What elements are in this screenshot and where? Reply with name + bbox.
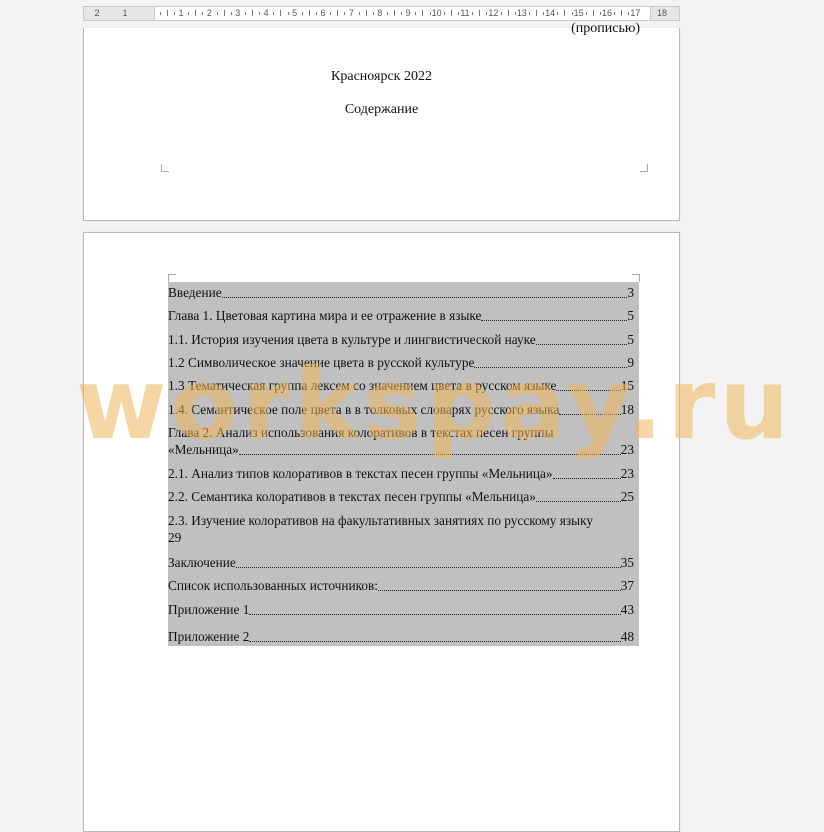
ruler-tick — [479, 10, 481, 16]
cut-text: (прописью) — [571, 21, 640, 36]
ruler-tick — [472, 12, 474, 15]
toc-item-page: 35 — [620, 555, 634, 570]
toc-item[interactable]: Список использованных источников: 37 — [168, 578, 639, 594]
toc-item[interactable]: Приложение 1 43 — [168, 602, 639, 618]
toc-item-page: 5 — [627, 332, 634, 347]
toc-item[interactable]: Введение 3 — [168, 285, 639, 301]
ruler-tick — [415, 12, 417, 15]
toc-item-title-cont: «Мельница» — [168, 442, 239, 457]
city-year: Красноярск 2022 — [331, 69, 432, 84]
ruler-tick — [500, 12, 502, 15]
ruler-tick — [174, 12, 175, 15]
toc-item-title: 1.1. История изучения цвета в культуре и… — [168, 332, 536, 347]
toc-item[interactable]: Глава 1. Цветовая картина мира и ее отра… — [168, 308, 639, 324]
ruler-tick — [394, 10, 395, 16]
toc-item[interactable]: 2.3. Изучение колоративов на факультатив… — [168, 512, 639, 546]
ruler-number: 1 — [122, 8, 128, 18]
toc-item-title: Список использованных источников: — [168, 578, 378, 593]
toc-item-title: Глава 2. Анализ использования колоративо… — [168, 425, 554, 440]
ruler-tick — [195, 10, 197, 16]
toc-item-page: 48 — [620, 629, 634, 644]
toc-item[interactable]: 2.1. Анализ типов колоративов в текстах … — [168, 466, 639, 482]
toc-item[interactable]: 1.4. Семантическое поле цвета в в толков… — [168, 402, 639, 418]
margin-corner-mark — [632, 274, 640, 282]
ruler-number: 17 — [630, 8, 641, 18]
ruler-tick — [422, 10, 424, 16]
ruler-tick — [614, 12, 616, 15]
toc-item-title: Приложение 1 — [168, 602, 250, 617]
toc-item-title: Введение — [168, 285, 222, 300]
ruler-tick — [216, 12, 218, 15]
ruler-number: 2 — [94, 8, 100, 18]
toc-item-title: 1.2 Символическое значение цвета в русск… — [168, 355, 475, 370]
ruler-tick — [244, 12, 246, 15]
toc-item-page: 5 — [627, 308, 634, 323]
toc-item-page: 29 — [168, 530, 182, 545]
document-page-2[interactable]: Введение 3 Глава 1. Цветовая картина мира… — [83, 232, 680, 832]
toc-item[interactable]: Заключение 35 — [168, 555, 639, 571]
ruler-tick — [450, 10, 452, 16]
toc-item[interactable]: Приложение 2 48 — [168, 629, 639, 645]
ruler-tick — [273, 12, 275, 15]
ruler-tick — [365, 10, 367, 16]
toc-item[interactable]: 1.2 Символическое значение цвета в русск… — [168, 355, 639, 371]
ruler-tick — [223, 10, 225, 16]
ruler-tick — [564, 10, 566, 16]
ruler-tick — [621, 10, 623, 16]
toc-item-page: 18 — [620, 402, 634, 417]
toc-item-page: 3 — [627, 285, 634, 300]
ruler-tick — [528, 12, 530, 15]
toc-item[interactable]: Глава 2. Анализ использования колоративо… — [168, 424, 639, 458]
toc-item-page: 43 — [620, 602, 634, 617]
ruler-tick — [386, 12, 388, 15]
ruler-tick — [167, 10, 168, 16]
ruler-tick — [592, 10, 594, 16]
ruler-tick — [330, 12, 332, 15]
ruler-tick — [358, 12, 360, 15]
ruler-tick — [308, 10, 310, 16]
toc-item-title: 2.3. Изучение колоративов на факультатив… — [168, 513, 594, 528]
ruler-tick — [252, 10, 253, 16]
ruler-tick — [280, 10, 282, 16]
toc-heading: Содержание — [344, 102, 419, 117]
toc-item-page: 23 — [620, 466, 634, 481]
ruler-tick — [188, 12, 190, 15]
toc-item[interactable]: 1.1. История изучения цвета в культуре и… — [168, 332, 639, 348]
document-page-1[interactable]: (прописью) Красноярск 2022 Содержание — [83, 21, 680, 221]
ruler-tick — [536, 10, 537, 16]
toc-item-title: 2.2. Семантика колоративов в текстах пес… — [168, 489, 536, 504]
margin-corner-mark — [161, 164, 169, 172]
toc-item-page: 37 — [620, 578, 634, 593]
ruler-tick — [301, 12, 303, 15]
ruler-tick — [557, 12, 559, 15]
ruler-tick — [443, 12, 445, 15]
toc-item-page: 9 — [627, 355, 634, 370]
toc-item-title: 1.4. Семантическое поле цвета в в толков… — [168, 402, 560, 417]
toc-item-page: 25 — [620, 489, 634, 504]
toc-item-title: 1.3 Тематическая группа лексем со значен… — [168, 378, 557, 393]
toc-item-title: Глава 1. Цветовая картина мира и ее отра… — [168, 308, 482, 323]
ruler-tick — [337, 10, 339, 16]
margin-corner-mark — [168, 274, 176, 282]
toc-item-page: 15 — [620, 378, 634, 393]
toc-item[interactable]: 2.2. Семантика колоративов в текстах пес… — [168, 489, 639, 505]
ruler-tick — [160, 12, 161, 15]
ruler-tick — [585, 12, 587, 15]
toc-item-title: Приложение 2 — [168, 629, 250, 644]
toc-item[interactable]: 1.3 Тематическая группа лексем со значен… — [168, 378, 639, 394]
margin-corner-mark — [640, 164, 648, 172]
toc-item-title: Заключение — [168, 555, 236, 570]
ruler-tick — [507, 10, 509, 16]
toc-item-page: 23 — [620, 442, 634, 457]
table-of-contents[interactable]: Введение 3 Глава 1. Цветовая картина мира… — [168, 282, 639, 646]
toc-item-title: 2.1. Анализ типов колоративов в текстах … — [168, 466, 553, 481]
ruler-number: 18 — [656, 8, 667, 18]
